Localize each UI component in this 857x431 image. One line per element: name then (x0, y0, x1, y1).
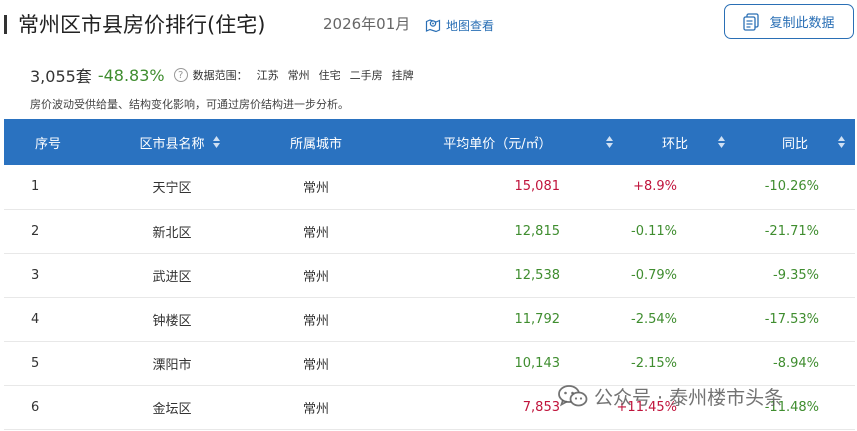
copy-data-button[interactable]: 复制此数据 (724, 4, 854, 39)
cell-rank: 4 (31, 311, 40, 327)
map-pin-icon (425, 19, 441, 33)
header-district[interactable]: 区市县名称 (92, 119, 252, 165)
cell-avg-price: 15,081 (514, 179, 561, 195)
cell-avg-price: 11,792 (514, 311, 561, 327)
cell-city: 常州 (302, 269, 329, 285)
table-row[interactable]: 1 天宁区 常州 15,081 +8.9% -10.26% (4, 165, 855, 209)
document-copy-icon (743, 12, 760, 31)
cell-rank: 2 (31, 223, 40, 239)
scope-city: 常州 (287, 69, 310, 82)
cell-district: 金坛区 (152, 401, 192, 417)
sort-arrows-icon[interactable] (718, 136, 725, 148)
watermark-text: 公众号 · 泰州楼市头条 (594, 386, 784, 409)
cell-district: 溧阳市 (152, 357, 192, 373)
sort-arrows-icon[interactable] (838, 136, 845, 148)
help-circle-icon[interactable]: ? (173, 68, 188, 82)
header-avg-price[interactable]: 平均单价（元/㎡） (380, 119, 615, 165)
cell-city: 常州 (302, 181, 329, 197)
cell-yoy: -8.94% (773, 355, 819, 371)
cell-avg-price: 12,538 (514, 267, 561, 283)
cell-yoy: -21.71% (764, 223, 819, 239)
copy-data-label: 复制此数据 (769, 16, 835, 31)
wechat-watermark: 公众号 · 泰州楼市头条 (558, 380, 783, 412)
sort-arrows-icon[interactable] (606, 136, 613, 148)
cell-city: 常州 (302, 225, 329, 241)
cell-rank: 6 (31, 399, 40, 415)
map-view-label: 地图查看 (446, 18, 495, 33)
table-row[interactable]: 2 新北区 常州 12,815 -0.11% -21.71% (4, 209, 855, 253)
cell-mom: -2.54% (631, 311, 677, 327)
cell-city: 常州 (302, 401, 329, 417)
header-rank: 序号 (34, 136, 61, 152)
cell-yoy: -9.35% (773, 267, 819, 283)
page-title: 常州区市县房价排行(住宅) (18, 13, 266, 37)
title-accent-bar (4, 15, 7, 34)
cell-yoy: -17.53% (764, 311, 819, 327)
header-mom[interactable]: 环比 (615, 119, 735, 165)
listing-change: -48.83% (97, 65, 165, 85)
table-header-row: 序号 区市县名称 所属城市 平均单价（元/㎡） 环比 同比 (4, 119, 855, 165)
cell-city: 常州 (302, 357, 329, 373)
scope-label: 数据范围： (192, 69, 248, 82)
scope-market: 二手房 (349, 69, 383, 82)
header-city: 所属城市 (289, 136, 342, 152)
table-row[interactable]: 4 钟楼区 常州 11,792 -2.54% -17.53% (4, 297, 855, 341)
cell-rank: 3 (31, 267, 40, 283)
summary-stats: 3,055套 -48.83% ? 数据范围： 江苏 常州 住宅 二手房 挂牌 (30, 63, 414, 87)
analysis-note: 房价波动受供给量、结构变化影响，可通过房价结构进一步分析。 (30, 98, 349, 111)
report-date: 2026年01月 (323, 15, 411, 33)
scope-price-type: 挂牌 (391, 69, 414, 82)
cell-district: 武进区 (152, 269, 192, 285)
cell-district: 天宁区 (152, 181, 192, 197)
cell-rank: 5 (31, 355, 40, 371)
table-row[interactable]: 3 武进区 常州 12,538 -0.79% -9.35% (4, 253, 855, 297)
table-row[interactable]: 5 溧阳市 常州 10,143 -2.15% -8.94% (4, 341, 855, 385)
cell-mom: +8.9% (633, 179, 677, 195)
wechat-icon (558, 385, 588, 407)
cell-avg-price: 12,815 (514, 223, 561, 239)
cell-rank: 1 (31, 179, 40, 195)
cell-district: 钟楼区 (152, 313, 192, 329)
cell-city: 常州 (302, 313, 329, 329)
listing-count: 3,055套 (30, 67, 92, 86)
scope-property-type: 住宅 (318, 69, 341, 82)
cell-mom: -0.79% (631, 267, 677, 283)
cell-yoy: -10.26% (764, 179, 819, 195)
map-view-link[interactable]: 地图查看 (425, 14, 494, 36)
sort-arrows-icon[interactable] (213, 136, 220, 148)
cell-mom: -0.11% (631, 223, 677, 239)
scope-province: 江苏 (256, 69, 279, 82)
cell-avg-price: 10,143 (514, 355, 561, 371)
header-yoy[interactable]: 同比 (735, 119, 855, 165)
cell-mom: -2.15% (631, 355, 677, 371)
cell-district: 新北区 (152, 225, 192, 241)
